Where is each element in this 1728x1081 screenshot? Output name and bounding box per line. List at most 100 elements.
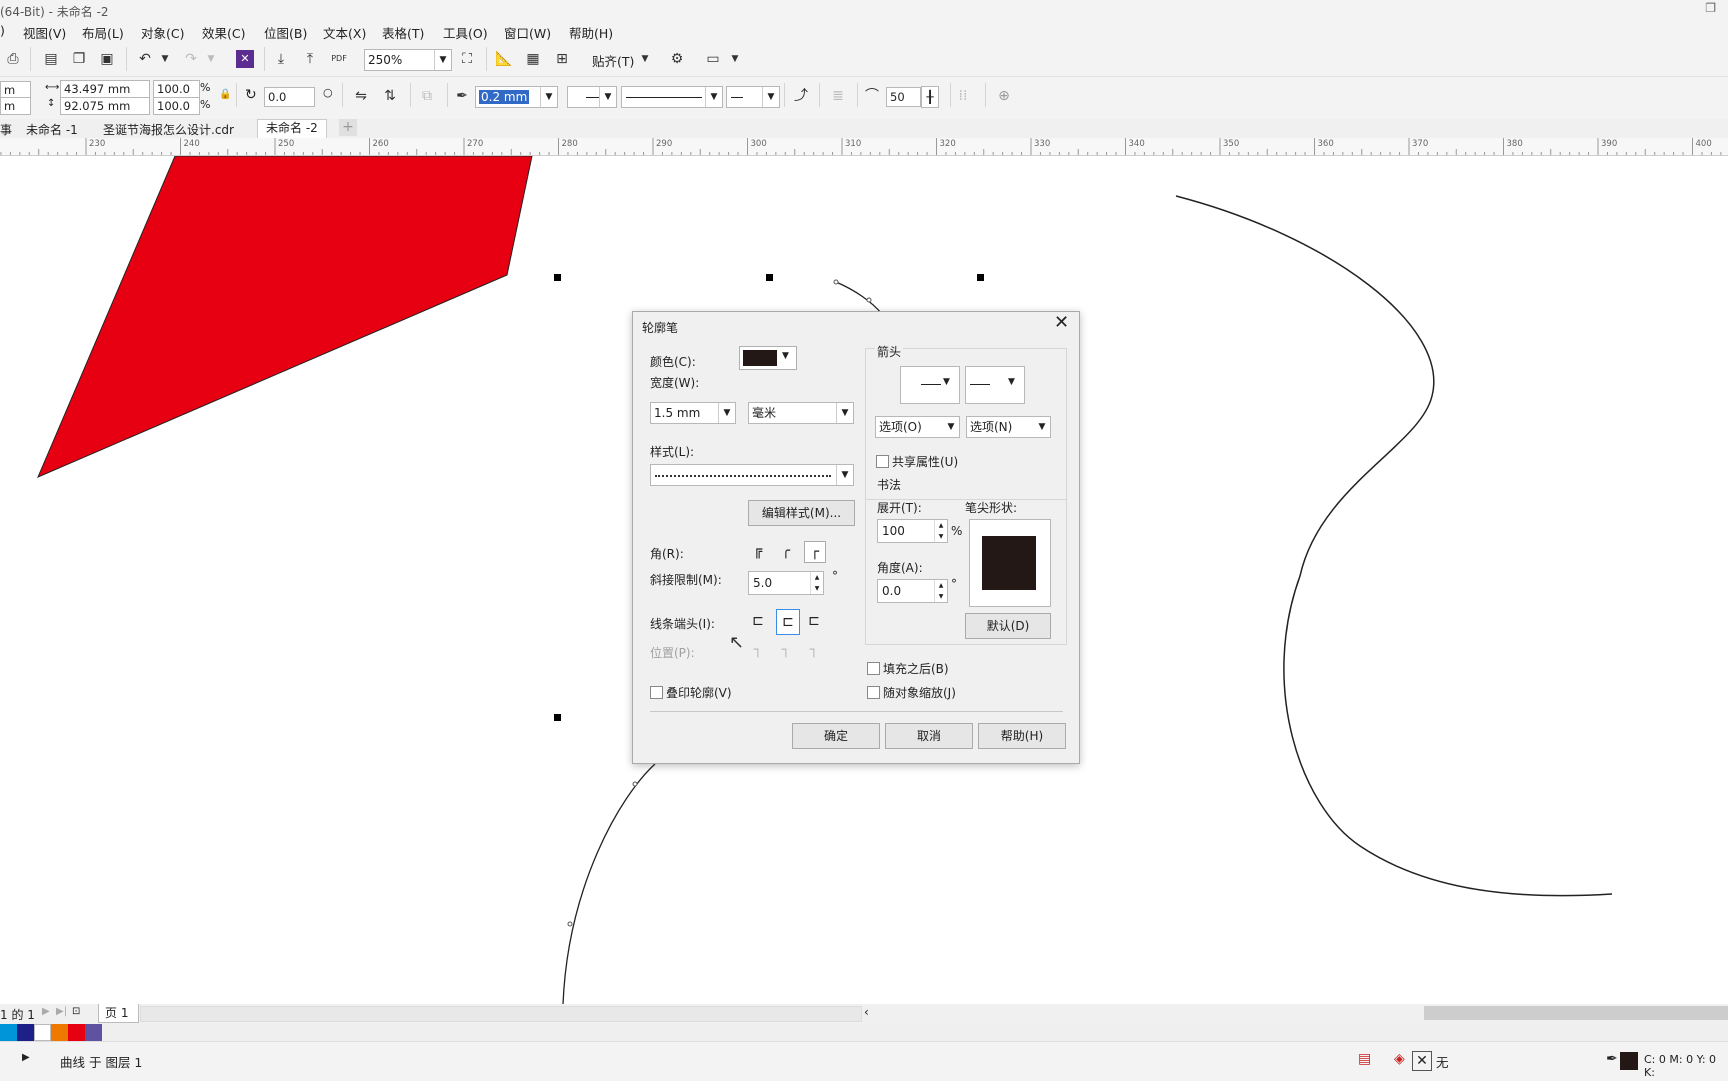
corel-connect-icon[interactable]: ✕: [236, 50, 254, 68]
last-page-icon[interactable]: ▶|: [56, 1006, 67, 1017]
angle-field[interactable]: 0.0 ▲ ▼: [877, 579, 948, 603]
palette-swatch[interactable]: [0, 1024, 17, 1041]
width-combo[interactable]: 1.5 mm ▼: [650, 402, 736, 424]
overprint-checkbox[interactable]: [650, 686, 663, 699]
undo-dropdown-icon[interactable]: ▼: [156, 50, 174, 68]
start-arrow-combo[interactable]: ▼: [567, 86, 617, 108]
selection-handle[interactable]: [554, 714, 561, 721]
menu-view[interactable]: 视图(V): [23, 23, 66, 42]
end-arrow-combo[interactable]: ▼: [726, 86, 780, 108]
close-icon[interactable]: ✕: [1054, 312, 1069, 333]
tab-untitled-1[interactable]: 未命名 -1: [26, 121, 78, 138]
inside-position-icon[interactable]: ┐: [804, 640, 824, 660]
restore-icon[interactable]: ❐: [1705, 1, 1716, 15]
line-style-combo[interactable]: ▼: [621, 86, 723, 108]
drawing-canvas[interactable]: 轮廓笔 ✕ 颜色(C): ▼ 宽度(W): 1.5 mm ▼ 毫米 ▼ 样式(L…: [0, 156, 1728, 1004]
menu-tools[interactable]: 工具(O): [443, 23, 488, 42]
nib-shape-preview[interactable]: [969, 519, 1051, 607]
curve-node[interactable]: [866, 297, 872, 303]
chevron-down-icon[interactable]: ▼: [943, 377, 950, 387]
scroll-left-icon[interactable]: ‹: [864, 1005, 869, 1019]
spin-arrows-icon[interactable]: ▲ ▼: [810, 572, 823, 594]
outline-color-swatch[interactable]: [1620, 1052, 1638, 1070]
zoom-combo[interactable]: 250% ▼: [364, 49, 452, 71]
center-position-icon[interactable]: ┐: [776, 640, 796, 660]
horizontal-scrollbar-thumb[interactable]: [1424, 1006, 1728, 1020]
red-shape[interactable]: [37, 156, 533, 478]
cancel-button[interactable]: 取消: [885, 723, 973, 749]
curve-node[interactable]: [632, 781, 638, 787]
chevron-down-icon[interactable]: ▼: [943, 417, 959, 437]
reduce-nodes-icon[interactable]: ≣: [829, 87, 847, 105]
add-icon[interactable]: ⊕: [995, 87, 1013, 105]
lock-ratio-icon[interactable]: 🔒: [219, 89, 231, 100]
palette-swatch[interactable]: [68, 1024, 85, 1041]
chevron-down-icon[interactable]: ▼: [782, 351, 789, 361]
cut-icon[interactable]: ▤: [42, 50, 60, 68]
default-button[interactable]: 默认(D): [965, 613, 1051, 639]
smoothness-field[interactable]: 50: [886, 87, 921, 107]
chevron-down-icon[interactable]: ▼: [726, 50, 744, 68]
no-fill-icon[interactable]: ✕: [1412, 1051, 1432, 1071]
selection-handle[interactable]: [554, 274, 561, 281]
arrow-options-left[interactable]: 选项(O) ▼: [875, 416, 960, 438]
close-curve-icon[interactable]: ⤴: [792, 87, 810, 105]
palette-swatch[interactable]: [51, 1024, 68, 1041]
mirror-horizontal-icon[interactable]: ⇋: [352, 87, 370, 105]
ok-button[interactable]: 确定: [792, 723, 880, 749]
menu-effects[interactable]: 效果(C): [202, 23, 245, 42]
chevron-down-icon[interactable]: ▼: [599, 87, 616, 107]
menu-bitmap[interactable]: 位图(B): [264, 23, 307, 42]
round-cap-icon[interactable]: ⊏: [776, 609, 800, 635]
smoothness-slider-handle[interactable]: ╂: [921, 86, 939, 108]
selection-handle[interactable]: [977, 274, 984, 281]
palette-swatch[interactable]: [17, 1024, 34, 1041]
menu-object[interactable]: 对象(C): [141, 23, 184, 42]
gear-icon[interactable]: ⚙: [668, 50, 686, 68]
end-arrow-picker[interactable]: ▼: [965, 366, 1025, 404]
miter-limit-field[interactable]: 5.0 ▲ ▼: [748, 571, 824, 595]
menu-help[interactable]: 帮助(H): [569, 23, 613, 42]
add-tab-icon[interactable]: +: [339, 119, 357, 136]
add-page-icon[interactable]: ⊡: [72, 1006, 80, 1017]
outside-position-icon[interactable]: ┐: [748, 640, 768, 660]
chevron-down-icon[interactable]: ▼: [836, 403, 853, 423]
menu-window[interactable]: 窗口(W): [504, 23, 551, 42]
scale-with-object-checkbox[interactable]: [867, 686, 880, 699]
behind-fill-checkbox[interactable]: [867, 662, 880, 675]
stretch-field[interactable]: 100 ▲ ▼: [877, 519, 948, 543]
chevron-down-icon[interactable]: ▼: [1008, 377, 1015, 387]
node-grid-icon[interactable]: ⁞⁞: [954, 87, 972, 105]
palette-swatch[interactable]: [34, 1024, 51, 1041]
chevron-down-icon[interactable]: ▼: [705, 87, 722, 107]
color-proof-icon[interactable]: ▤: [1358, 1051, 1371, 1067]
outline-width-combo[interactable]: 0.2 mm ▼: [475, 86, 558, 108]
redo-icon[interactable]: ↷: [182, 50, 200, 68]
square-cap-icon[interactable]: ⊏: [804, 611, 824, 631]
snap-menu[interactable]: 贴齐(T): [592, 51, 634, 70]
unit-combo[interactable]: 毫米 ▼: [748, 402, 854, 424]
line-style-combo[interactable]: ▼: [650, 464, 854, 486]
expand-icon[interactable]: ▶: [22, 1052, 30, 1063]
help-button[interactable]: 帮助(H): [978, 723, 1066, 749]
menu-table[interactable]: 表格(T): [382, 23, 424, 42]
rotation-field[interactable]: 0.0: [264, 87, 315, 107]
round-corner-icon[interactable]: ╭: [776, 541, 796, 561]
chevron-down-icon[interactable]: ▼: [1034, 417, 1050, 437]
object-height-field[interactable]: 92.075 mm: [60, 97, 150, 115]
menu-layout[interactable]: 布局(L): [82, 23, 124, 42]
pdf-icon[interactable]: PDF: [330, 50, 348, 68]
share-attributes-checkbox[interactable]: [876, 455, 889, 468]
palette-swatch[interactable]: [85, 1024, 102, 1041]
combine-icon[interactable]: ⧉: [418, 87, 436, 105]
import-icon[interactable]: ⤓: [272, 50, 290, 68]
color-picker[interactable]: ▼: [739, 346, 797, 370]
launch-icon[interactable]: ▭: [704, 50, 722, 68]
mirror-vertical-icon[interactable]: ⇅: [381, 87, 399, 105]
spin-arrows-icon[interactable]: ▲ ▼: [934, 520, 947, 542]
chevron-down-icon[interactable]: ▼: [762, 87, 779, 107]
miter-corner-icon[interactable]: ╔: [748, 541, 768, 561]
undo-icon[interactable]: ↶: [136, 50, 154, 68]
horizontal-ruler[interactable]: 230 240 250 260 270 280 290 300 310 320 330 340 350 3…: [0, 138, 1728, 156]
spin-arrows-icon[interactable]: ▲ ▼: [934, 580, 947, 602]
